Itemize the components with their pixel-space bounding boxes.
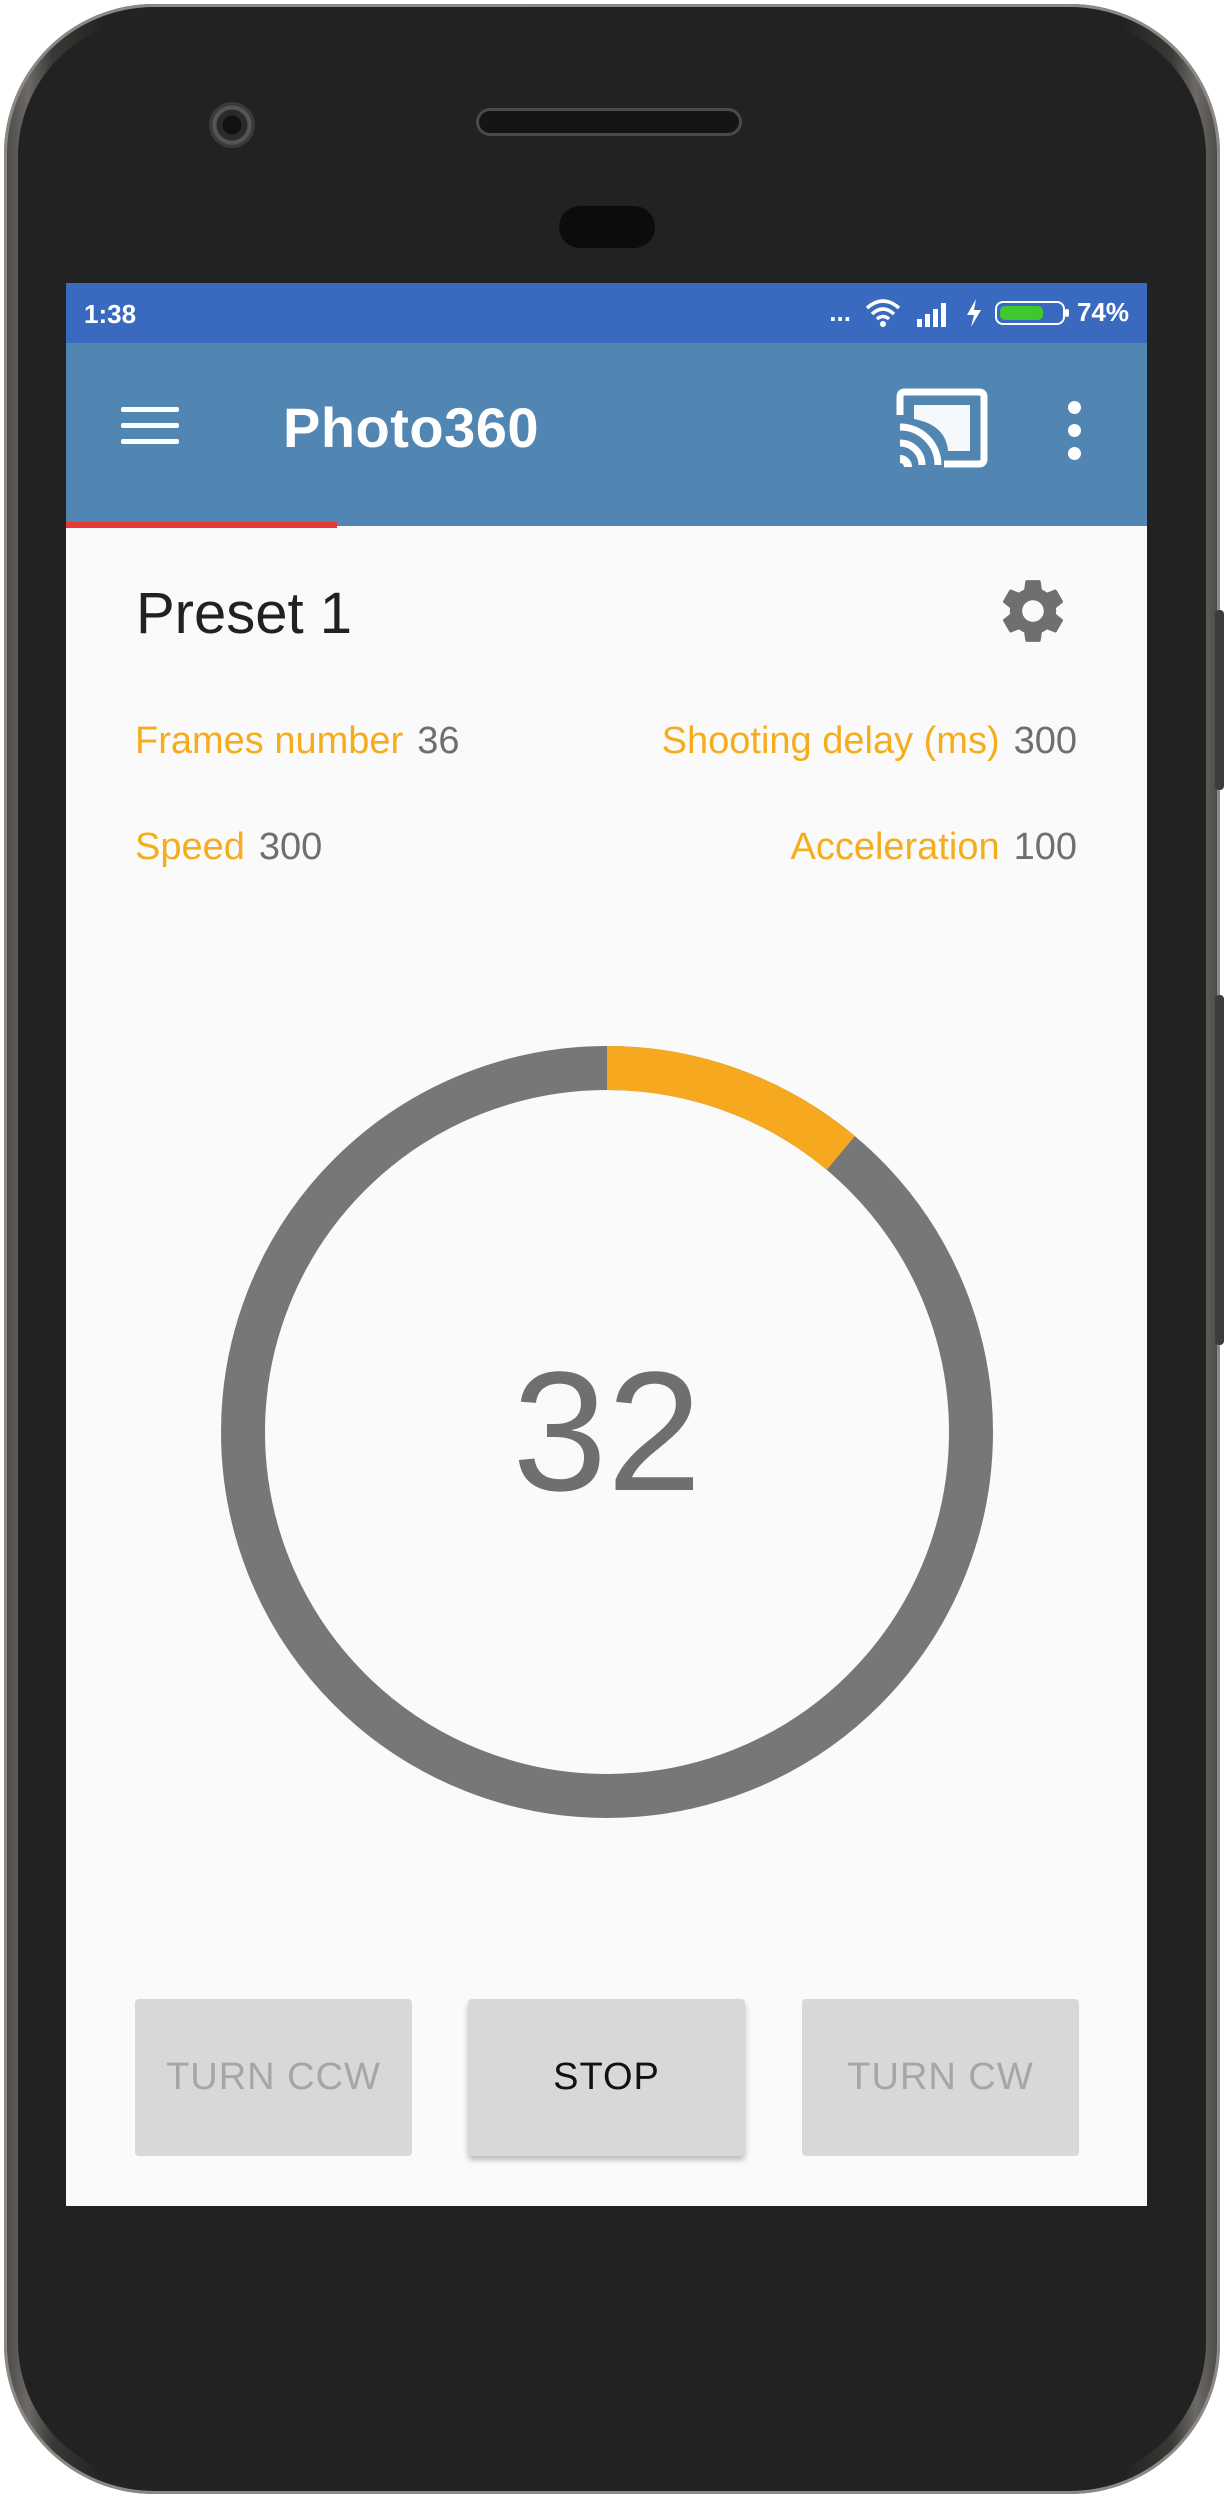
shooting-delay-value: 300: [1013, 720, 1077, 762]
front-camera: [209, 102, 255, 148]
acceleration-value: 100: [1013, 826, 1077, 868]
tab-indicator: [66, 522, 337, 528]
param-shooting-delay[interactable]: Shooting delay (ms) 300: [662, 720, 1077, 763]
charging-bolt-icon: [966, 298, 981, 327]
stop-button[interactable]: STOP: [468, 1999, 745, 2156]
param-frames-number[interactable]: Frames number 36: [135, 720, 459, 763]
battery-percent: 74%: [1076, 297, 1129, 327]
screen: 1:38 ... 74% Photo360 Preset 1 Frames nu…: [66, 283, 1147, 2206]
status-time: 1:38: [84, 299, 137, 329]
hamburger-menu-icon[interactable]: [121, 407, 179, 445]
frames-number-label: Frames number: [135, 720, 404, 762]
acceleration-label: Acceleration: [790, 826, 1000, 868]
shooting-delay-label: Shooting delay (ms): [661, 720, 1000, 762]
preset-title: Preset 1: [136, 581, 352, 646]
proximity-sensor: [559, 206, 655, 248]
more-vert-icon[interactable]: [1064, 401, 1084, 461]
wifi-icon: [865, 298, 901, 327]
power-button: [1215, 610, 1224, 790]
param-acceleration[interactable]: Acceleration 100: [790, 826, 1077, 869]
gear-icon[interactable]: [996, 574, 1070, 648]
battery-icon: [994, 300, 1069, 325]
status-bar: 1:38 ... 74%: [66, 283, 1147, 343]
battery-level-fill: [999, 305, 1043, 320]
status-icons: ... 74%: [829, 297, 1129, 328]
cast-icon[interactable]: [892, 387, 992, 469]
app-bar: Photo360: [66, 343, 1147, 528]
param-speed[interactable]: Speed 300: [135, 826, 322, 869]
speed-label: Speed: [135, 826, 245, 868]
volume-button: [1215, 995, 1224, 1345]
app-title: Photo360: [283, 396, 540, 459]
frames-number-value: 36: [417, 720, 460, 762]
progress-ring: 32: [221, 1046, 993, 1818]
notification-dots: ...: [829, 297, 851, 327]
current-frame-count: 32: [512, 1337, 702, 1527]
turn-ccw-button[interactable]: TURN CCW: [135, 1999, 412, 2156]
earpiece-speaker: [476, 108, 742, 136]
speed-value: 300: [258, 826, 323, 868]
turn-cw-button[interactable]: TURN CW: [802, 1999, 1079, 2156]
cell-signal-icon: [916, 302, 946, 327]
